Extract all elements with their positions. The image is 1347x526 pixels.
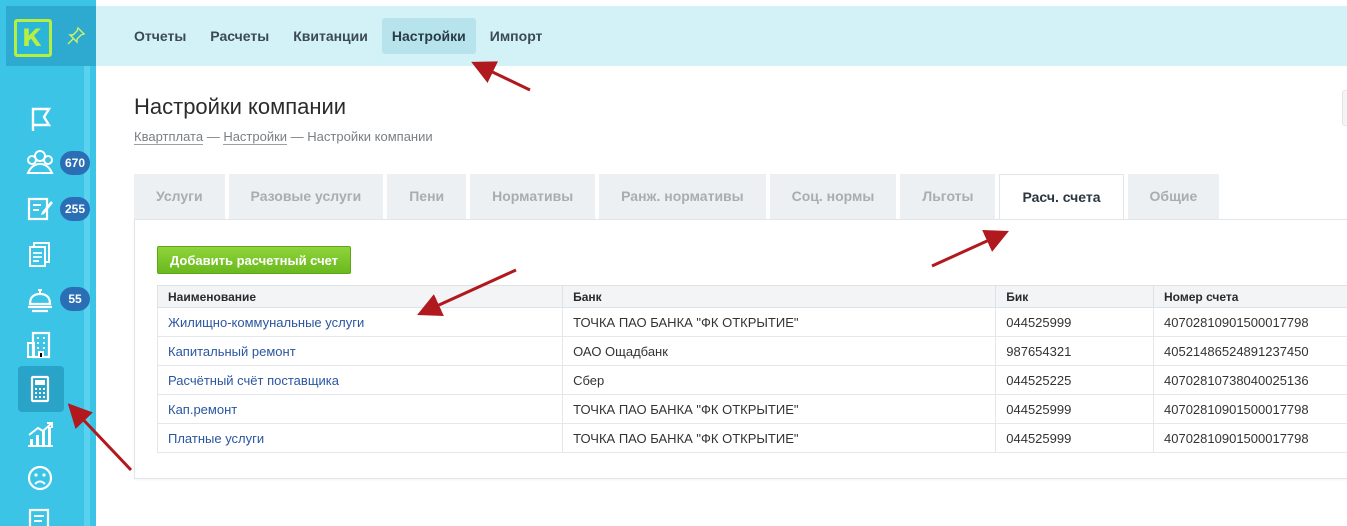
account-name-link[interactable]: Жилищно-коммунальные услуги (156, 307, 564, 337)
settings-tabs: Услуги Разовые услуги Пени Нормативы Ран… (134, 174, 1223, 220)
bank-cell: Сбер (562, 365, 997, 395)
edit-doc-icon[interactable] (24, 193, 56, 225)
topnav-settings[interactable]: Настройки (381, 18, 476, 54)
residents-badge: 670 (60, 151, 90, 175)
breadcrumb-current: Настройки компании (307, 129, 433, 144)
bank-cell: ОАО Ощадбанк (562, 336, 997, 366)
tab-benefits[interactable]: Льготы (900, 174, 996, 219)
growth-chart-icon[interactable] (24, 418, 56, 450)
top-menu: Отчеты Расчеты Квитанции Настройки Импор… (124, 18, 556, 54)
bell-service-icon[interactable] (24, 284, 56, 316)
report-icon[interactable] (24, 506, 56, 526)
flag-icon[interactable] (24, 103, 56, 135)
tab-general[interactable]: Общие (1127, 174, 1220, 219)
table-row: Кап.ремонт ТОЧКА ПАО БАНКА "ФК ОТКРЫТИЕ"… (156, 394, 1347, 424)
account-name-link[interactable]: Платные услуги (156, 423, 564, 453)
account-number-cell: 40702810901500017798 (1153, 394, 1347, 424)
topnav-receipts[interactable]: Квитанции (283, 18, 378, 54)
calculator-icon[interactable] (24, 373, 56, 405)
topnav-calculations[interactable]: Расчеты (200, 18, 279, 54)
breadcrumb: Квартплата — Настройки — Настройки компа… (134, 129, 433, 145)
column-header-account-number[interactable]: Номер счета (1153, 285, 1347, 308)
tab-services[interactable]: Услуги (134, 174, 225, 219)
service-badge: 55 (60, 287, 90, 311)
table-row: Жилищно-коммунальные услуги ТОЧКА ПАО БА… (156, 307, 1347, 337)
arrow-to-settings-menu (471, 61, 531, 92)
table-row: Платные услуги ТОЧКА ПАО БАНКА "ФК ОТКРЫ… (156, 423, 1347, 453)
tab-ranged-norms[interactable]: Ранж. нормативы (599, 174, 766, 219)
bik-cell: 044525999 (995, 307, 1155, 337)
account-number-cell: 40702810901500017798 (1153, 307, 1347, 337)
tab-social-norms[interactable]: Соц. нормы (769, 174, 897, 219)
breadcrumb-link-kvartplata[interactable]: Квартплата (134, 129, 204, 145)
pin-icon[interactable] (66, 26, 86, 46)
tab-penalties[interactable]: Пени (387, 174, 467, 219)
column-header-bank[interactable]: Банк (562, 285, 997, 308)
bik-cell: 044525999 (995, 394, 1155, 424)
column-header-bik[interactable]: Бик (995, 285, 1155, 308)
add-bank-account-button[interactable]: Добавить расчетный счет (157, 246, 352, 274)
bank-cell: ТОЧКА ПАО БАНКА "ФК ОТКРЫТИЕ" (562, 423, 997, 453)
top-navigation-bar: Отчеты Расчеты Квитанции Настройки Импор… (96, 6, 1347, 66)
bank-accounts-panel: Добавить расчетный счет Наименование Бан… (134, 219, 1347, 479)
topnav-import[interactable]: Импорт (480, 18, 553, 54)
documents-icon[interactable] (24, 238, 56, 270)
account-number-cell: 40521486524891237450 (1153, 336, 1347, 366)
residents-icon[interactable] (24, 147, 56, 179)
bik-cell: 044525225 (995, 365, 1155, 395)
account-number-cell: 40702810738040025136 (1153, 365, 1347, 395)
sad-face-icon[interactable] (24, 462, 56, 494)
tab-norms[interactable]: Нормативы (470, 174, 596, 219)
tab-one-time-services[interactable]: Разовые услуги (228, 174, 384, 219)
building-icon[interactable] (24, 329, 56, 361)
edit-doc-badge: 255 (60, 197, 90, 221)
bik-cell: 044525999 (995, 423, 1155, 453)
account-name-link[interactable]: Капитальный ремонт (156, 336, 564, 366)
logo-letter: К (22, 24, 42, 52)
table-header-row: Наименование Банк Бик Номер счета (156, 285, 1347, 308)
table-row: Расчётный счёт поставщика Сбер 044525225… (156, 365, 1347, 395)
header-action-stub[interactable] (1342, 90, 1347, 126)
bik-cell: 987654321 (995, 336, 1155, 366)
bank-accounts-table: Наименование Банк Бик Номер счета Жилищн… (156, 285, 1347, 453)
breadcrumb-separator: — (203, 129, 224, 144)
topnav-reports[interactable]: Отчеты (124, 18, 196, 54)
account-name-link[interactable]: Расчётный счёт поставщика (156, 365, 564, 395)
breadcrumb-link-settings[interactable]: Настройки (223, 129, 288, 145)
account-number-cell: 40702810901500017798 (1153, 423, 1347, 453)
bank-cell: ТОЧКА ПАО БАНКА "ФК ОТКРЫТИЕ" (562, 307, 997, 337)
table-row: Капитальный ремонт ОАО Ощадбанк 98765432… (156, 336, 1347, 366)
page-title: Настройки компании (134, 94, 347, 119)
sidebar: К 670 255 55 (0, 0, 96, 526)
account-name-link[interactable]: Кап.ремонт (156, 394, 564, 424)
breadcrumb-separator: — (287, 129, 308, 144)
bank-cell: ТОЧКА ПАО БАНКА "ФК ОТКРЫТИЕ" (562, 394, 997, 424)
column-header-name[interactable]: Наименование (156, 285, 564, 308)
app-logo[interactable]: К (14, 19, 52, 57)
tab-bank-accounts[interactable]: Расч. счета (999, 174, 1124, 220)
